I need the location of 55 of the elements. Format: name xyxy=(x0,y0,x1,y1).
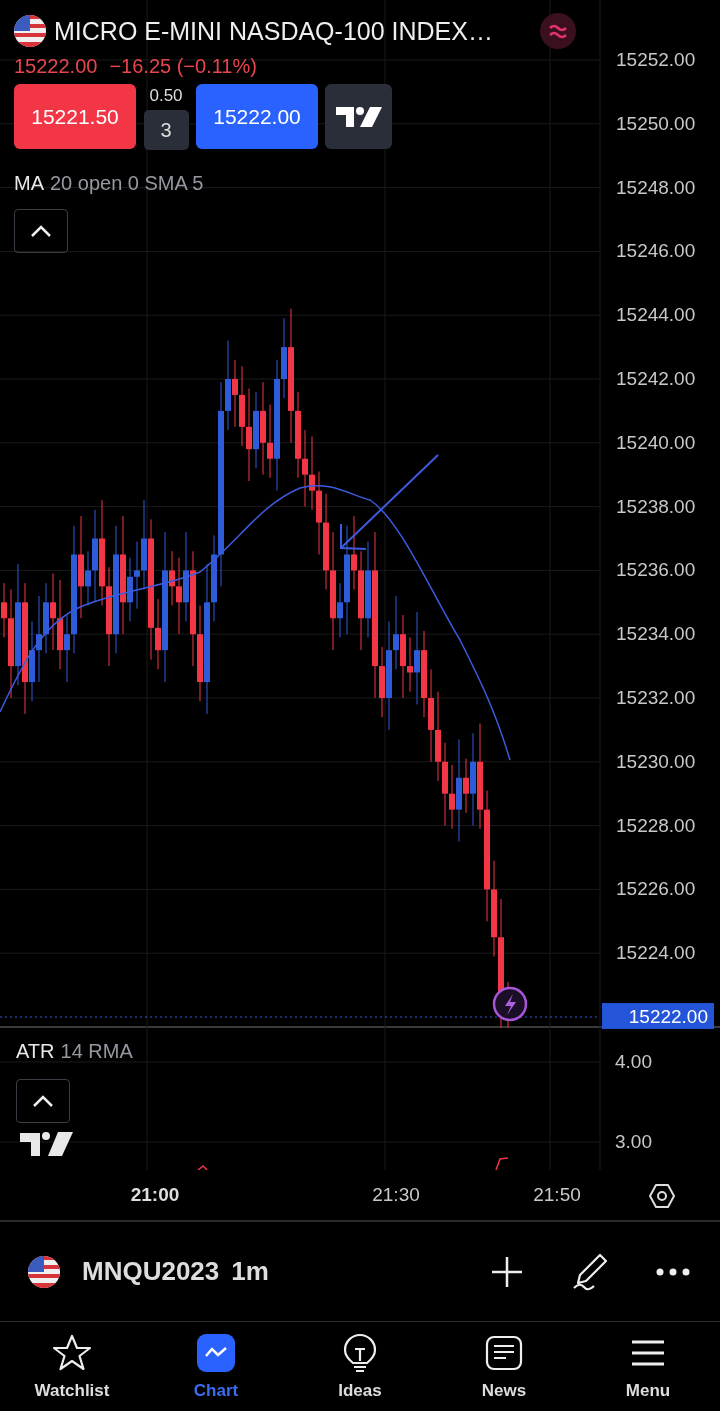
time-axis-label: 21:00 xyxy=(129,1184,181,1206)
atr-axis-label: 4.00 xyxy=(615,1050,652,1074)
symbol-title: MICRO E-MINI NASDAQ-100 INDEX… xyxy=(54,16,494,46)
sell-button[interactable]: 15221.50 xyxy=(14,84,136,149)
chevron-up-icon xyxy=(30,224,52,238)
flag-icon xyxy=(28,1255,60,1288)
price-axis-label: 15244.00 xyxy=(616,303,696,328)
wave-icon[interactable] xyxy=(540,13,576,49)
price-axis-label: 15236.00 xyxy=(616,558,696,583)
ticker-label[interactable]: MNQU2023 xyxy=(82,1256,220,1287)
chart-icon xyxy=(196,1332,236,1373)
alert-icon[interactable] xyxy=(492,986,528,1022)
logo-button[interactable] xyxy=(325,84,392,149)
nav-tab[interactable]: News xyxy=(444,1332,564,1401)
star-icon xyxy=(52,1332,92,1373)
current-price-label: 15222.00 xyxy=(602,1003,714,1029)
time-axis-label: 21:30 xyxy=(371,1184,421,1206)
price-axis-label: 15252.00 xyxy=(616,48,696,72)
settings-icon[interactable] xyxy=(648,1182,676,1210)
indicator-params: 20 open 0 SMA 5 xyxy=(50,172,204,195)
nav-tab[interactable]: Ideas xyxy=(300,1332,420,1401)
indicator-params: 14 RMA xyxy=(60,1040,133,1063)
price-axis-label: 15224.00 xyxy=(616,941,696,966)
collapse-button[interactable] xyxy=(16,1079,70,1123)
watermark-logo-icon xyxy=(20,1132,73,1156)
price-axis-label: 15242.00 xyxy=(616,367,696,391)
price-axis-label: 15246.00 xyxy=(616,239,696,264)
price-axis-label: 15234.00 xyxy=(616,622,696,647)
price-axis-label: 15232.00 xyxy=(616,686,696,710)
price-axis-label: 15230.00 xyxy=(616,749,696,774)
price-change: −16.25 (−0.11%) xyxy=(109,55,257,78)
spread-value: 0.50 xyxy=(149,85,183,107)
flag-icon xyxy=(14,15,46,47)
price-axis-label: 15238.00 xyxy=(616,494,696,519)
nav-tab[interactable]: Chart xyxy=(156,1332,276,1401)
price-axis-label: 15228.00 xyxy=(616,813,696,838)
nav-tab[interactable]: Menu xyxy=(588,1332,708,1401)
interval-label[interactable]: 1m xyxy=(231,1256,269,1287)
logo-icon xyxy=(335,104,382,129)
price-axis-label: 15240.00 xyxy=(616,430,696,455)
price-axis-label: 15226.00 xyxy=(616,877,696,902)
more-icon[interactable] xyxy=(656,1267,690,1276)
indicator-name: ATR xyxy=(16,1040,55,1063)
chevron-up-icon xyxy=(32,1094,54,1108)
quantity-button[interactable]: 3 xyxy=(143,110,189,150)
collapse-button[interactable] xyxy=(14,209,68,253)
price-axis-label: 15248.00 xyxy=(616,175,696,200)
nav-tab[interactable]: Watchlist xyxy=(12,1332,132,1401)
time-axis-label: 21:50 xyxy=(532,1184,582,1206)
price-axis-label: 15250.00 xyxy=(616,111,696,136)
last-price: 15222.00 xyxy=(14,55,98,78)
indicator-name: MA xyxy=(14,172,44,195)
atr-axis-label: 3.00 xyxy=(615,1130,652,1154)
buy-button[interactable]: 15222.00 xyxy=(196,84,318,149)
plus-icon[interactable] xyxy=(490,1254,524,1289)
